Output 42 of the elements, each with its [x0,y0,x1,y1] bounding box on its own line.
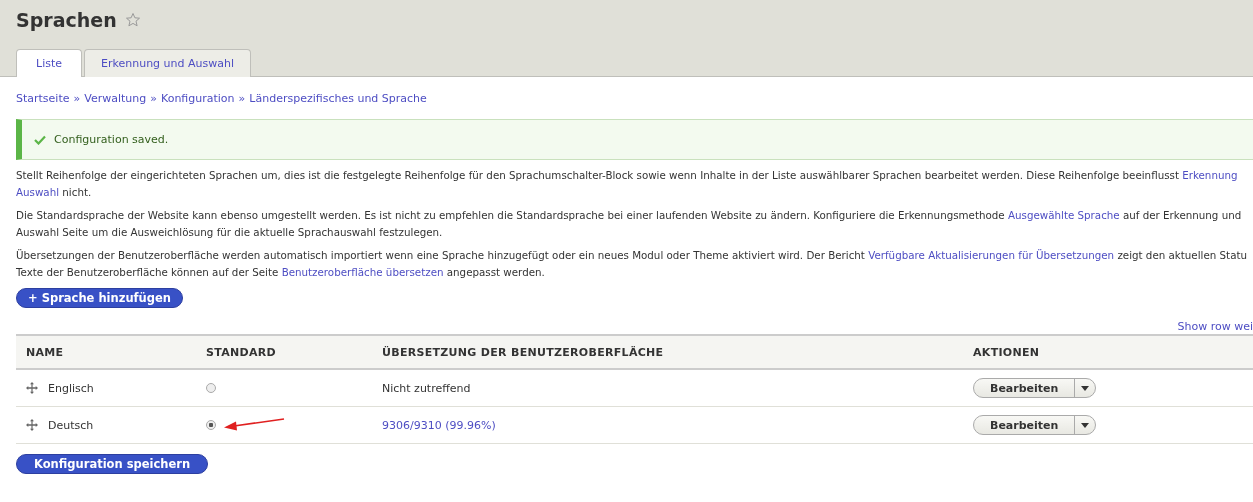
default-radio[interactable] [206,383,216,393]
column-header: NAME [16,335,196,369]
language-name: Englisch [48,381,94,395]
check-icon [34,134,46,145]
text-link[interactable]: Auswahl [16,185,60,198]
translation-link[interactable]: 9306/9310 (99.96%) [382,418,496,432]
column-header: AKTIONEN [963,335,1253,369]
text-link[interactable]: Erkennung [1182,169,1238,181]
breadcrumb-separator: » [238,92,246,105]
description-text: Die Standardsprache der Website kann ebenso umgestellt werden. Es ist nicht zu empfehlen die Standardsprache bei einer laufenden Website zu ändern. Konfiguriere die Erkennungsmethode Ausgewählte Sprache auf der Erkennung und [16,208,1243,223]
column-header: ÜBERSETZUNG DER BENUTZEROBERFLÄCHE [372,335,963,369]
language-name: Deutsch [48,418,94,432]
breadcrumb-link[interactable]: Verwaltung [84,92,147,105]
description-text: Übersetzungen der Benutzeroberfläche werden automatisch importiert wenn eine Sprache hinzugefügt oder ein neues Modul oder Theme aktiviert wird. Der Bericht Verfügbare Aktualisierungen für Übersetzungen zeigt den aktuellen Statu [16,248,1248,263]
caret-icon [1081,422,1090,428]
translation-status: Nicht zutreffend [382,381,471,395]
star-icon[interactable] [124,12,141,28]
show-row-weights-link[interactable]: Show row wei [1177,320,1253,334]
add-language-button[interactable]: + Sprache hinzufügen [16,288,183,308]
arrow-icon [222,417,286,433]
text-link[interactable]: Benutzeroberfläche übersetzen [281,265,444,278]
default-radio[interactable] [206,420,216,430]
drag-handle-icon[interactable] [26,419,38,431]
breadcrumb-separator: » [150,92,157,105]
tab[interactable]: Erkennung und Auswahl [84,49,251,77]
text-link[interactable]: Ausgewählte Sprache [1007,209,1120,221]
description-text: Texte der Benutzeroberfläche können auf der Seite Benutzeroberfläche übersetzen angepasst werden. [16,264,546,280]
breadcrumb-link[interactable]: Länderspezifisches und Sprache [249,92,427,105]
message-text: Configuration saved. [54,133,169,146]
page-title: Sprachen [16,9,117,31]
drag-handle-icon[interactable] [26,382,38,394]
tab[interactable]: Liste [16,49,82,77]
column-header: STANDARD [196,335,372,369]
description-text: Auswahl Seite um die Ausweichlösung für die aktuelle Sprachauswahl festzulegen. [16,224,444,240]
caret-icon [1081,385,1090,391]
description-text: Auswahl nicht. [16,184,93,200]
description-text: Stellt Reihenfolge der eingerichteten Sprachen um, dies ist die festgelegte Reihenfolge für den Sprachumschalter-Block sowie wenn Inhalte in der Liste auswählbarer Sprachen bearbeitet werden. Diese Reihenfolge beeinflusst Erkennung [16,168,1239,183]
breadcrumb-separator: » [73,92,81,105]
breadcrumb-link[interactable]: Startseite [16,92,70,105]
text-link[interactable]: Verfügbare Aktualisierungen für Übersetzungen [868,249,1115,261]
save-configuration-button[interactable]: Konfiguration speichern [16,454,209,474]
breadcrumb-link[interactable]: Konfiguration [161,92,235,105]
